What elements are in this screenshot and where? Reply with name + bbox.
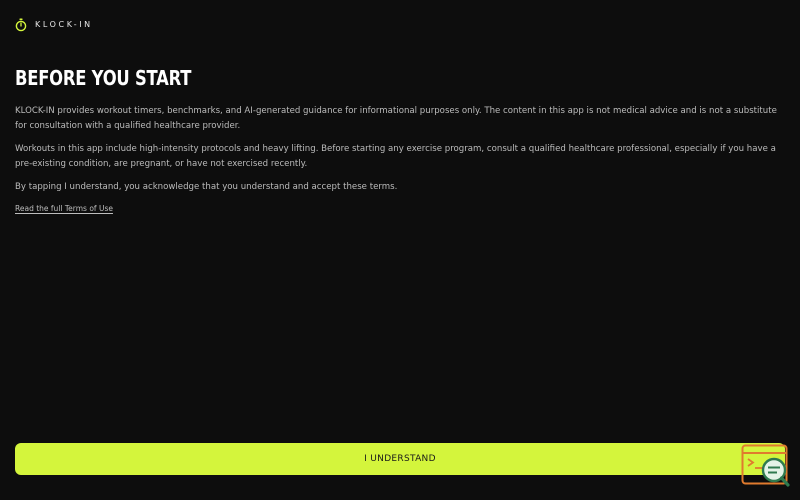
- i-understand-button[interactable]: I UNDERSTAND: [15, 443, 785, 475]
- terms-of-use-link[interactable]: Read the full Terms of Use: [15, 204, 113, 213]
- brand-name: KLOCK-IN: [35, 20, 93, 29]
- terminal-search-widget[interactable]: [741, 444, 791, 488]
- page-title: BEFORE YOU START: [15, 66, 192, 90]
- acknowledgement-paragraph: By tapping I understand, you acknowledge…: [15, 182, 398, 192]
- disclaimer-paragraph: KLOCK-IN provides workout timers, benchm…: [15, 106, 777, 131]
- stopwatch-icon: [15, 18, 27, 32]
- health-warning-paragraph: Workouts in this app include high-intens…: [15, 144, 776, 169]
- brand-header: KLOCK-IN: [15, 18, 93, 32]
- terminal-search-icon: [741, 444, 790, 487]
